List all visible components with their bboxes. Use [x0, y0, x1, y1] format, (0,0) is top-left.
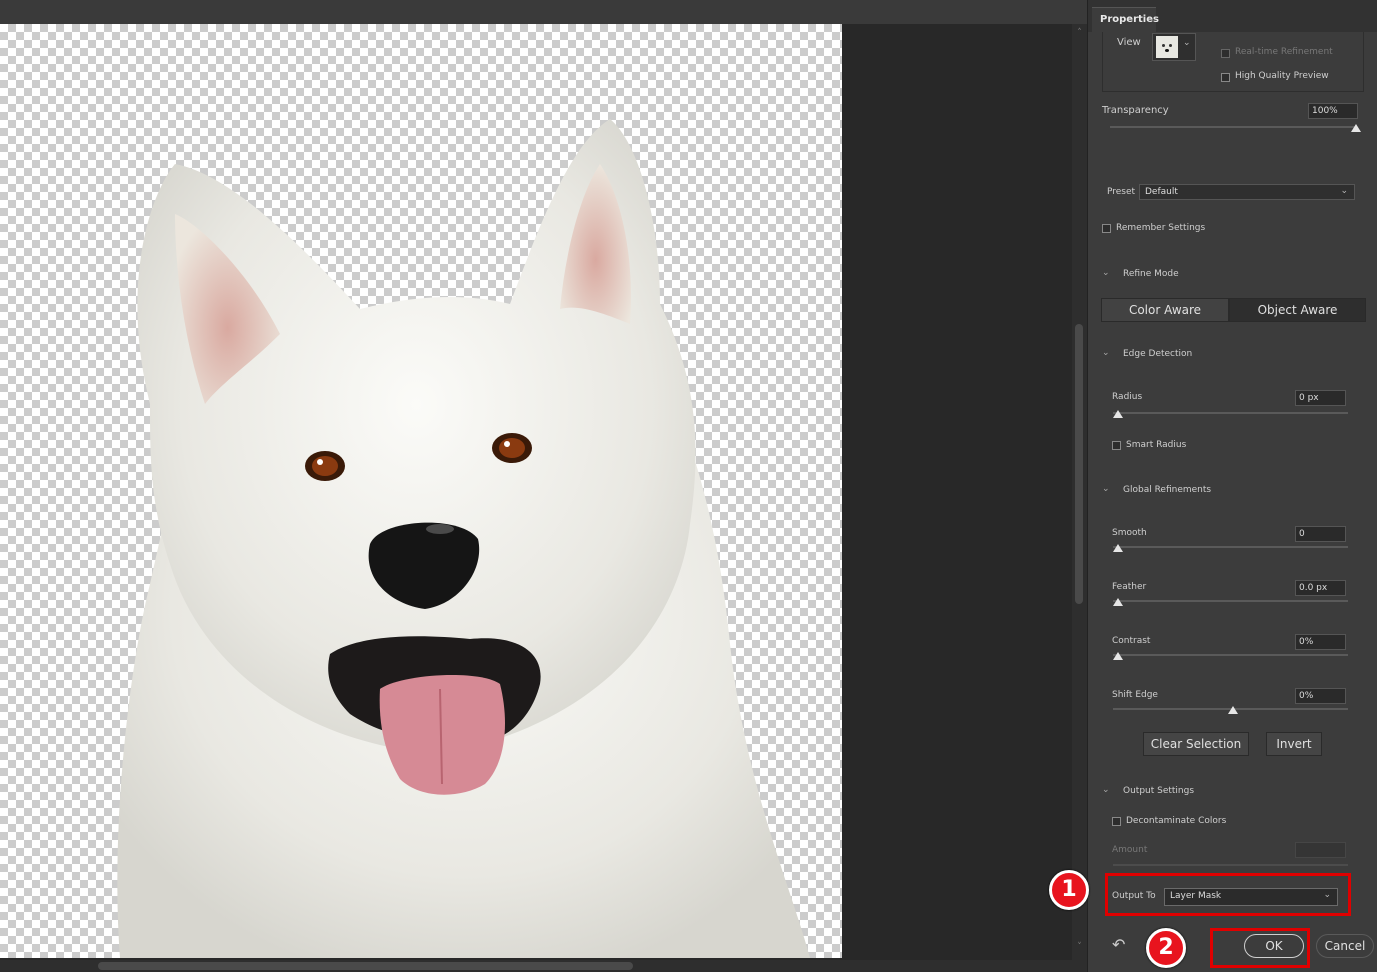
chevron-down-icon: ⌄ — [1340, 186, 1348, 196]
properties-tab[interactable]: Properties — [1092, 7, 1159, 32]
remember-settings-label: Remember Settings — [1116, 223, 1206, 233]
invert-button[interactable]: Invert — [1266, 732, 1322, 756]
decontaminate-colors-checkbox[interactable] — [1112, 817, 1121, 826]
scroll-up-icon[interactable]: ˄ — [1074, 28, 1085, 38]
smooth-label: Smooth — [1112, 528, 1147, 538]
shift-edge-label: Shift Edge — [1112, 690, 1158, 700]
contrast-slider-thumb[interactable] — [1113, 652, 1123, 660]
preset-dropdown[interactable]: Default ⌄ — [1139, 184, 1355, 200]
feather-label: Feather — [1112, 582, 1147, 592]
contrast-input[interactable]: 0% — [1295, 634, 1346, 650]
remember-settings-checkbox[interactable] — [1102, 224, 1111, 233]
canvas-area[interactable] — [0, 24, 1072, 960]
chevron-down-icon[interactable]: ⌄ — [1102, 484, 1110, 494]
global-refinements-section-title[interactable]: Global Refinements — [1123, 485, 1211, 495]
contrast-label: Contrast — [1112, 636, 1151, 646]
smooth-input[interactable]: 0 — [1295, 526, 1346, 542]
amount-input — [1295, 842, 1346, 858]
transparency-label: Transparency — [1102, 105, 1169, 116]
high-quality-preview-checkbox[interactable] — [1221, 73, 1230, 82]
image-canvas[interactable] — [0, 24, 842, 958]
amount-label: Amount — [1112, 845, 1148, 855]
realtime-refinement-checkbox[interactable] — [1221, 49, 1230, 58]
smart-radius-label: Smart Radius — [1126, 440, 1187, 450]
smooth-slider-thumb[interactable] — [1113, 544, 1123, 552]
output-settings-section-title[interactable]: Output Settings — [1123, 786, 1194, 796]
chevron-down-icon[interactable]: ⌄ — [1102, 785, 1110, 795]
transparency-slider-track[interactable] — [1110, 126, 1356, 128]
realtime-refinement-label: Real-time Refinement — [1235, 47, 1333, 57]
step-2-badge: 2 — [1146, 928, 1186, 968]
smart-radius-checkbox[interactable] — [1112, 441, 1121, 450]
view-label: View — [1117, 37, 1141, 48]
dog-image — [117, 119, 810, 958]
ok-highlight — [1210, 928, 1310, 968]
feather-slider-thumb[interactable] — [1113, 598, 1123, 606]
cancel-button[interactable]: Cancel — [1316, 934, 1374, 958]
transparency-slider-thumb[interactable] — [1351, 124, 1361, 132]
feather-input[interactable]: 0.0 px — [1295, 580, 1346, 596]
high-quality-preview-label: High Quality Preview — [1235, 71, 1329, 81]
radius-input[interactable]: 0 px — [1295, 390, 1346, 406]
decontaminate-colors-label: Decontaminate Colors — [1126, 816, 1227, 826]
edge-detection-section-title[interactable]: Edge Detection — [1123, 349, 1192, 359]
color-aware-button[interactable]: Color Aware — [1101, 298, 1229, 322]
clear-selection-button[interactable]: Clear Selection — [1143, 732, 1249, 756]
properties-panel: Properties View ⌄ Real-time Refinement H… — [1087, 0, 1377, 972]
amount-slider-track — [1113, 864, 1348, 866]
output-to-highlight — [1105, 873, 1351, 916]
shift-edge-input[interactable]: 0% — [1295, 688, 1346, 704]
vertical-scrollbar[interactable]: ˄ ˅ — [1072, 24, 1087, 960]
contrast-slider-track[interactable] — [1113, 654, 1348, 656]
reset-icon[interactable]: ↶ — [1112, 935, 1125, 954]
panel-header: Properties — [1088, 0, 1377, 32]
shift-edge-slider-thumb[interactable] — [1228, 706, 1238, 714]
feather-slider-track[interactable] — [1113, 600, 1348, 602]
radius-slider-track[interactable] — [1113, 412, 1348, 414]
radius-slider-thumb[interactable] — [1113, 410, 1123, 418]
vertical-scroll-thumb[interactable] — [1075, 324, 1083, 604]
preset-value: Default — [1145, 187, 1178, 197]
scroll-down-icon[interactable]: ˅ — [1074, 942, 1085, 952]
object-aware-button[interactable]: Object Aware — [1229, 298, 1366, 322]
document-tab-bar — [0, 0, 1087, 24]
smooth-slider-track[interactable] — [1113, 546, 1348, 548]
view-thumbnail-icon — [1156, 36, 1178, 58]
view-mode-dropdown[interactable]: ⌄ — [1152, 33, 1196, 61]
chevron-down-icon: ⌄ — [1183, 38, 1191, 48]
refine-mode-section-title[interactable]: Refine Mode — [1123, 269, 1179, 279]
chevron-down-icon[interactable]: ⌄ — [1102, 268, 1110, 278]
horizontal-scrollbar[interactable] — [0, 960, 1087, 972]
step-1-badge: 1 — [1049, 870, 1089, 910]
radius-label: Radius — [1112, 392, 1143, 402]
horizontal-scroll-thumb[interactable] — [98, 962, 633, 970]
transparency-input[interactable]: 100% — [1308, 103, 1358, 119]
view-mode-box — [1102, 32, 1364, 92]
chevron-down-icon[interactable]: ⌄ — [1102, 348, 1110, 358]
preset-label: Preset — [1107, 187, 1136, 197]
